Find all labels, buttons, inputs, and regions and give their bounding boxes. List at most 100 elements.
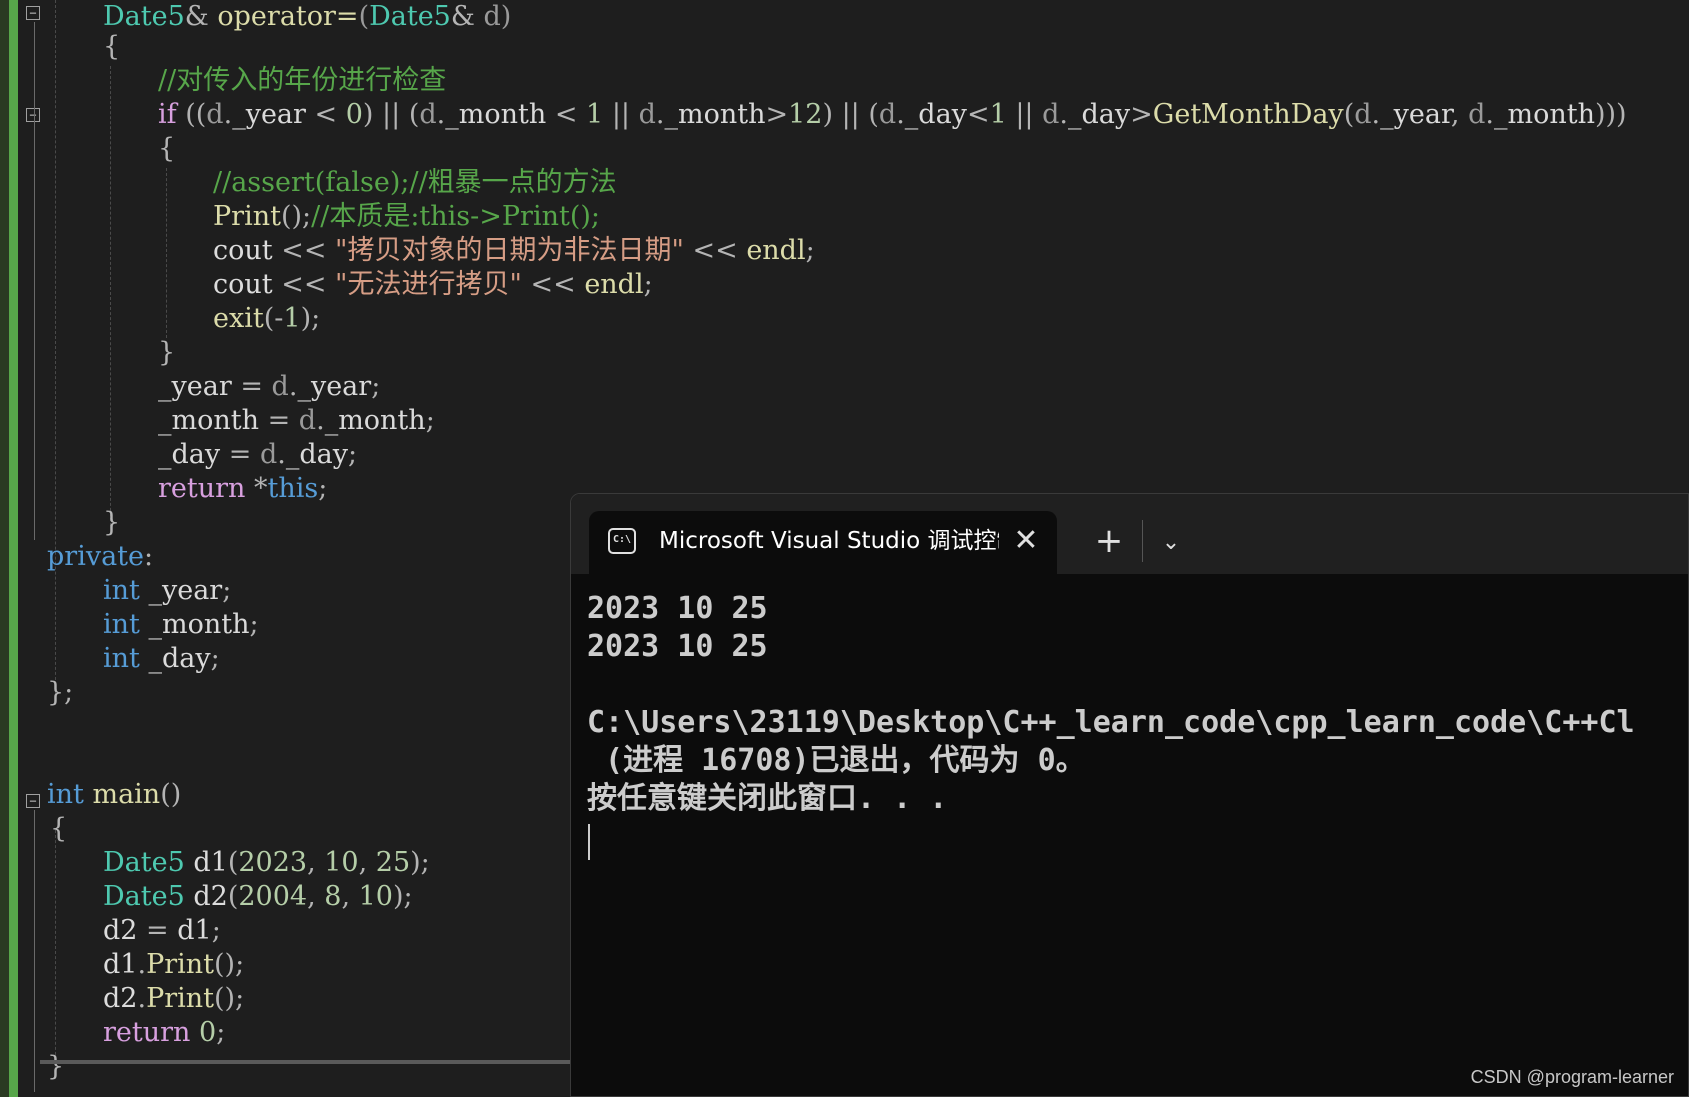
code-token: || <box>611 99 639 130</box>
code-token: private <box>47 541 145 572</box>
code-token: . <box>223 99 233 130</box>
console-app-icon: C:\ <box>608 528 636 554</box>
code-token: d2 <box>103 915 147 946</box>
code-token: { <box>50 813 68 844</box>
code-token: d <box>259 439 278 470</box>
code-token: ; <box>425 405 435 436</box>
collapse-toggle-icon[interactable]: − <box>26 6 40 20</box>
terminal-window[interactable]: C:\ Microsoft Visual Studio 调试控制台 ✕ + ⌄ … <box>570 493 1689 1097</box>
code-token: Date5 <box>103 1 185 32</box>
code-token: = <box>267 405 299 436</box>
code-token: } <box>47 1051 65 1082</box>
code-line: } <box>158 336 175 370</box>
code-line: }; <box>47 676 73 710</box>
code-token: < <box>554 99 587 130</box>
code-token: 25 <box>375 847 411 878</box>
code-line: d2 = d1; <box>103 914 221 948</box>
code-line: int _month; <box>103 608 259 642</box>
console-output-line: C:\Users\23119\Desktop\C++_learn_code\cp… <box>587 705 1635 740</box>
code-line: d1.Print(); <box>103 948 244 982</box>
code-token: d <box>419 99 437 130</box>
code-token: 1 <box>283 303 301 334</box>
code-token: _month <box>445 99 555 130</box>
code-token: . <box>137 983 147 1014</box>
code-token: & <box>184 1 218 32</box>
code-token: _day <box>1068 99 1131 130</box>
code-token: * <box>254 473 268 504</box>
code-token: ; <box>222 575 232 606</box>
code-token: 1 <box>586 99 612 130</box>
horizontal-scrollbar[interactable] <box>40 1060 570 1064</box>
collapse-toggle-icon[interactable]: − <box>26 794 40 808</box>
code-token: d1 <box>103 949 138 980</box>
code-token: (); <box>214 983 245 1014</box>
watermark: CSDN @program-learner <box>1470 1067 1674 1087</box>
code-token: << <box>281 235 336 266</box>
code-line: cout << "拷贝对象的日期为非法日期" << endl; <box>213 234 815 268</box>
code-token: d <box>878 99 897 130</box>
console-output-line: (进程 16708)已退出，代码为 0。 <box>587 743 1086 778</box>
code-token: d2 <box>103 983 138 1014</box>
code-token: ; <box>211 915 221 946</box>
code-token: //本质是:this->Print(); <box>311 201 601 232</box>
code-token: d1 <box>193 847 228 878</box>
code-token: int <box>103 575 149 606</box>
code-line: return *this; <box>158 472 327 506</box>
code-token: ( <box>227 881 239 912</box>
close-tab-icon[interactable]: ✕ <box>1011 524 1041 558</box>
collapse-toggle-icon[interactable]: − <box>26 108 40 122</box>
code-token: << <box>692 235 747 266</box>
code-token: this <box>267 473 319 504</box>
code-token: d <box>271 371 289 402</box>
code-token: = <box>240 371 272 402</box>
code-token: int <box>103 609 149 640</box>
code-line: Date5& operator=(Date5& d) <box>103 0 511 34</box>
code-line: exit(-1); <box>213 302 320 336</box>
code-token: 10 <box>358 881 393 912</box>
tab-divider <box>1142 520 1143 562</box>
code-token: . <box>277 439 286 470</box>
code-token: 0 <box>199 1017 217 1048</box>
code-token: Print <box>146 983 215 1014</box>
code-token: = <box>228 439 260 470</box>
indent-guide <box>55 0 56 700</box>
code-line: return 0; <box>103 1016 225 1050</box>
code-token: ) || ( <box>362 99 420 130</box>
code-line: } <box>47 1050 64 1084</box>
code-token: Date5 <box>369 1 451 32</box>
indent-guide <box>166 168 167 338</box>
code-token: ; <box>210 643 220 674</box>
code-token: ); <box>392 881 413 912</box>
code-line: //assert(false);//粗暴一点的方法 <box>213 166 617 200</box>
code-line: { <box>103 30 120 64</box>
code-line: _day = d._day; <box>158 438 357 472</box>
code-token: int <box>103 643 149 674</box>
chevron-down-icon[interactable]: ⌄ <box>1156 528 1186 558</box>
code-token: , <box>341 881 359 912</box>
code-token: d <box>638 99 656 130</box>
code-token: { <box>103 31 121 62</box>
code-line: private: <box>47 540 153 574</box>
code-token: , <box>307 847 325 878</box>
code-token: ; <box>371 371 381 402</box>
fold-region-line <box>34 810 35 1092</box>
code-token: _year <box>297 371 372 402</box>
code-token: (); <box>214 949 245 980</box>
code-line: Date5 d1(2023, 10, 25); <box>103 846 430 880</box>
code-token: Date5 <box>103 881 194 912</box>
code-token: return <box>103 1017 200 1048</box>
code-token: : <box>144 541 154 572</box>
code-token: Date5 <box>103 847 194 878</box>
code-token: _month <box>664 99 766 130</box>
code-line: //对传入的年份进行检查 <box>158 64 446 98</box>
code-token: d <box>298 405 317 436</box>
code-token: d <box>1468 99 1486 130</box>
code-line: Date5 d2(2004, 8, 10); <box>103 880 413 914</box>
code-token: Print <box>146 949 215 980</box>
code-token: return <box>158 473 255 504</box>
code-line: _year = d._year; <box>158 370 380 404</box>
code-token: , <box>358 847 376 878</box>
code-token: (); <box>280 201 312 232</box>
code-token: _year <box>158 371 241 402</box>
new-tab-icon[interactable]: + <box>1091 524 1127 560</box>
